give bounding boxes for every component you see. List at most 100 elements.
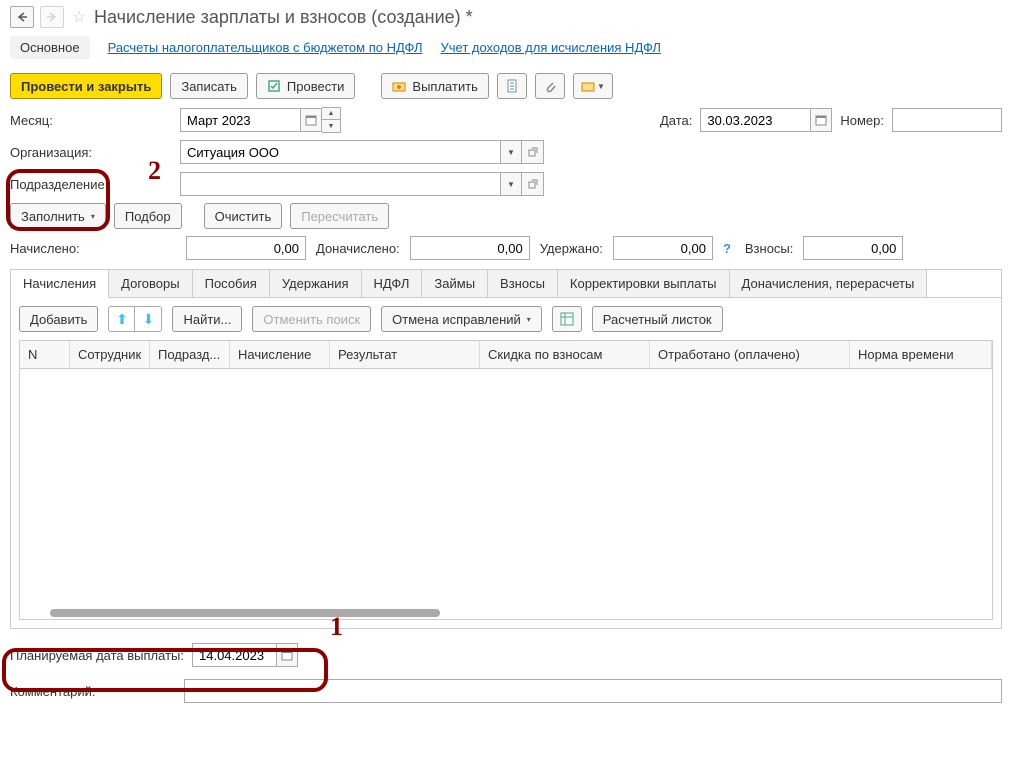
- comment-input[interactable]: [184, 679, 1002, 703]
- date-calendar-button[interactable]: [810, 108, 832, 132]
- nav-forward-button[interactable]: [40, 6, 64, 28]
- table-body: [20, 369, 992, 609]
- planned-date-input[interactable]: [192, 643, 276, 667]
- move-down-button[interactable]: ⬇: [135, 307, 161, 331]
- stepper-down-icon[interactable]: ▼: [322, 120, 340, 132]
- col-employee[interactable]: Сотрудник: [70, 341, 150, 368]
- move-up-button[interactable]: ⬆: [109, 307, 135, 331]
- org-label: Организация:: [10, 145, 180, 160]
- show-details-button[interactable]: [552, 306, 582, 332]
- number-label: Номер:: [840, 113, 884, 128]
- dept-input[interactable]: [180, 172, 500, 196]
- month-input[interactable]: [180, 108, 300, 132]
- save-button[interactable]: Записать: [170, 73, 248, 99]
- add-row-label: Добавить: [30, 312, 87, 327]
- post-button[interactable]: Провести: [256, 73, 356, 99]
- chevron-down-icon: ▼: [597, 82, 605, 91]
- extra-accrued-input[interactable]: [410, 236, 530, 260]
- pick-label: Подбор: [125, 209, 171, 224]
- subtab-accruals[interactable]: Начисления: [11, 270, 109, 298]
- month-stepper[interactable]: ▲ ▼: [322, 107, 341, 133]
- cancel-corrections-button[interactable]: Отмена исправлений ▾: [381, 306, 542, 332]
- chevron-down-icon: ▼: [507, 148, 515, 157]
- subtab-contributions[interactable]: Взносы: [488, 270, 558, 297]
- post-and-close-button[interactable]: Провести и закрыть: [10, 73, 162, 99]
- col-dept[interactable]: Подразд...: [150, 341, 230, 368]
- dept-open-button[interactable]: [522, 172, 544, 196]
- favorite-star-icon[interactable]: ☆: [70, 8, 88, 26]
- arrow-left-icon: [16, 12, 28, 22]
- date-input[interactable]: [700, 108, 810, 132]
- accrued-input[interactable]: [186, 236, 306, 260]
- subtab-contracts[interactable]: Договоры: [109, 270, 192, 297]
- calendar-icon: [281, 649, 293, 661]
- document-icon: [505, 79, 519, 93]
- cancel-find-button[interactable]: Отменить поиск: [252, 306, 371, 332]
- withheld-input[interactable]: [613, 236, 713, 260]
- accruals-table[interactable]: N Сотрудник Подразд... Начисление Резуль…: [19, 340, 993, 620]
- calendar-icon: [305, 114, 317, 126]
- arrow-right-icon: [46, 12, 58, 22]
- cancel-find-label: Отменить поиск: [263, 312, 360, 327]
- clear-label: Очистить: [215, 209, 272, 224]
- chevron-down-icon: ▾: [527, 315, 531, 324]
- payout-label: Выплатить: [412, 79, 478, 94]
- withheld-label: Удержано:: [540, 241, 603, 256]
- tab-ndfl-budget[interactable]: Расчеты налогоплательщиков с бюджетом по…: [108, 36, 423, 59]
- col-accrual[interactable]: Начисление: [230, 341, 330, 368]
- find-label: Найти...: [183, 312, 231, 327]
- paperclip-icon: [543, 79, 557, 93]
- col-discount[interactable]: Скидка по взносам: [480, 341, 650, 368]
- org-dropdown-button[interactable]: ▼: [500, 140, 522, 164]
- col-result[interactable]: Результат: [330, 341, 480, 368]
- col-worked[interactable]: Отработано (оплачено): [650, 341, 850, 368]
- contrib-input[interactable]: [803, 236, 903, 260]
- arrow-down-icon: ⬇: [143, 311, 155, 328]
- external-icon: [528, 179, 538, 189]
- col-n[interactable]: N: [20, 341, 70, 368]
- subtab-extra-recalc[interactable]: Доначисления, перерасчеты: [730, 270, 928, 297]
- cancel-corrections-label: Отмена исправлений: [392, 312, 521, 327]
- payslip-button[interactable]: Расчетный листок: [592, 306, 723, 332]
- dept-dropdown-button[interactable]: ▼: [500, 172, 522, 196]
- subtab-pay-corrections[interactable]: Корректировки выплаты: [558, 270, 730, 297]
- number-input[interactable]: [892, 108, 1002, 132]
- subtab-loans[interactable]: Займы: [422, 270, 488, 297]
- month-calendar-button[interactable]: [300, 108, 322, 132]
- nav-back-button[interactable]: [10, 6, 34, 28]
- org-input[interactable]: [180, 140, 500, 164]
- payout-button[interactable]: Выплатить: [381, 73, 489, 99]
- help-icon[interactable]: ?: [723, 241, 731, 256]
- save-label: Записать: [181, 79, 237, 94]
- post-label: Провести: [287, 79, 345, 94]
- find-button[interactable]: Найти...: [172, 306, 242, 332]
- tab-ndfl-income[interactable]: Учет доходов для исчисления НДФЛ: [440, 36, 660, 59]
- subtab-ndfl[interactable]: НДФЛ: [362, 270, 423, 297]
- chevron-down-icon: ▼: [507, 180, 515, 189]
- planned-date-label: Планируемая дата выплаты:: [10, 648, 184, 663]
- dept-label: Подразделение:: [10, 177, 180, 192]
- basis-icon-button[interactable]: ▼: [573, 73, 613, 99]
- tab-main[interactable]: Основное: [10, 36, 90, 59]
- add-row-button[interactable]: Добавить: [19, 306, 98, 332]
- recalc-label: Пересчитать: [301, 209, 378, 224]
- month-label: Месяц:: [10, 113, 180, 128]
- report-icon-button[interactable]: [497, 73, 527, 99]
- org-open-button[interactable]: [522, 140, 544, 164]
- planned-date-calendar-button[interactable]: [276, 643, 298, 667]
- fill-label: Заполнить: [21, 209, 85, 224]
- folder-icon: [581, 79, 595, 93]
- horizontal-scrollbar[interactable]: [50, 609, 440, 617]
- fill-button[interactable]: Заполнить ▾: [10, 203, 106, 229]
- col-norm[interactable]: Норма времени: [850, 341, 992, 368]
- pick-button[interactable]: Подбор: [114, 203, 182, 229]
- clear-button[interactable]: Очистить: [204, 203, 283, 229]
- post-and-close-label: Провести и закрыть: [21, 79, 151, 94]
- page-title: Начисление зарплаты и взносов (создание)…: [94, 7, 473, 28]
- stepper-up-icon[interactable]: ▲: [322, 108, 340, 120]
- attach-icon-button[interactable]: [535, 73, 565, 99]
- recalc-button[interactable]: Пересчитать: [290, 203, 389, 229]
- subtab-benefits[interactable]: Пособия: [193, 270, 270, 297]
- subtab-withholdings[interactable]: Удержания: [270, 270, 362, 297]
- table-icon: [560, 312, 574, 326]
